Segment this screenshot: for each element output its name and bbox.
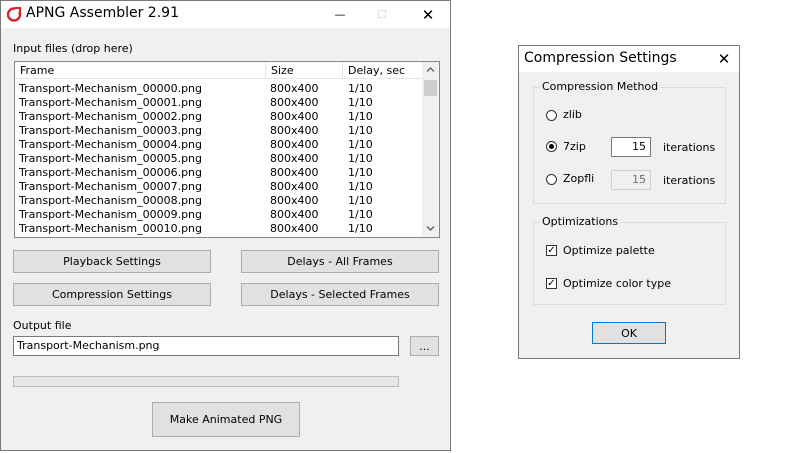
minimize-button[interactable]: — xyxy=(325,1,355,28)
cell-frame: Transport-Mechanism_00002.png xyxy=(19,110,203,123)
optimize-color-type-label[interactable]: Optimize color type xyxy=(563,277,671,290)
cell-size: 800x400 xyxy=(270,208,319,221)
cell-frame: Transport-Mechanism_00005.png xyxy=(19,152,203,165)
cell-frame: Transport-Mechanism_00008.png xyxy=(19,194,203,207)
cell-size: 800x400 xyxy=(270,96,319,109)
cell-size: 800x400 xyxy=(270,110,319,123)
cell-size: 800x400 xyxy=(270,222,319,235)
make-animated-png-button[interactable]: Make Animated PNG xyxy=(152,402,300,437)
compression-method-title: Compression Method xyxy=(540,80,661,93)
cell-delay: 1/10 xyxy=(348,124,373,137)
optimizations-title: Optimizations xyxy=(540,215,621,228)
column-header-delay[interactable]: Delay, sec xyxy=(343,62,423,79)
input-files-label: Input files (drop here) xyxy=(13,42,133,55)
cell-frame: Transport-Mechanism_00004.png xyxy=(19,138,203,151)
ok-button[interactable]: OK xyxy=(592,322,666,344)
cell-delay: 1/10 xyxy=(348,180,373,193)
optimizations-group: Optimizations ✓ Optimize palette ✓ Optim… xyxy=(533,215,726,305)
cell-size: 800x400 xyxy=(270,82,319,95)
maximize-button[interactable]: ☐ xyxy=(367,1,397,28)
zopfli-label[interactable]: Zopfli xyxy=(563,172,594,185)
column-header-size[interactable]: Size xyxy=(266,62,343,79)
7zip-radio[interactable] xyxy=(546,141,557,152)
cell-size: 800x400 xyxy=(270,138,319,151)
dialog-title-bar[interactable]: Compression Settings ✕ xyxy=(519,46,739,72)
cell-frame: Transport-Mechanism_00010.png xyxy=(19,222,203,235)
delays-selected-frames-button[interactable]: Delays - Selected Frames xyxy=(241,283,439,306)
dialog-title: Compression Settings xyxy=(524,50,677,66)
7zip-iterations-label: iterations xyxy=(663,141,716,154)
optimize-palette-label[interactable]: Optimize palette xyxy=(563,244,655,257)
playback-settings-button[interactable]: Playback Settings xyxy=(13,250,211,273)
zopfli-radio[interactable] xyxy=(546,174,557,185)
cell-delay: 1/10 xyxy=(348,222,373,235)
maximize-icon: ☐ xyxy=(377,8,387,21)
compression-settings-dialog: Compression Settings ✕ Compression Metho… xyxy=(518,45,740,359)
cell-frame: Transport-Mechanism_00001.png xyxy=(19,96,203,109)
input-files-list[interactable]: Frame Size Delay, sec Transport-Mechanis… xyxy=(14,61,440,238)
zlib-label[interactable]: zlib xyxy=(563,108,582,121)
column-header-frame[interactable]: Frame xyxy=(15,62,266,79)
output-file-label: Output file xyxy=(13,319,72,332)
delays-all-frames-button[interactable]: Delays - All Frames xyxy=(241,250,439,273)
compression-settings-button[interactable]: Compression Settings xyxy=(13,283,211,306)
chevron-up-icon[interactable] xyxy=(426,66,435,73)
vertical-scrollbar[interactable] xyxy=(422,62,439,237)
title-bar[interactable]: APNG Assembler 2.91 — ☐ ✕ xyxy=(1,1,450,28)
cell-frame: Transport-Mechanism_00007.png xyxy=(19,180,203,193)
progress-bar xyxy=(13,376,399,387)
optimize-palette-checkbox[interactable]: ✓ xyxy=(546,245,557,256)
close-icon: ✕ xyxy=(717,50,731,68)
zopfli-iterations-label: iterations xyxy=(663,174,716,187)
7zip-iterations-field[interactable]: 15 xyxy=(611,137,651,157)
compression-method-group: Compression Method zlib 7zip 15 iteratio… xyxy=(533,80,726,204)
close-icon: ✕ xyxy=(421,5,435,24)
output-file-field[interactable]: Transport-Mechanism.png xyxy=(13,336,399,356)
cell-size: 800x400 xyxy=(270,152,319,165)
7zip-label[interactable]: 7zip xyxy=(563,140,586,153)
cell-delay: 1/10 xyxy=(348,194,373,207)
scroll-thumb[interactable] xyxy=(424,80,437,96)
zlib-radio[interactable] xyxy=(546,110,557,121)
cell-size: 800x400 xyxy=(270,166,319,179)
apng-app-icon xyxy=(6,7,22,22)
cell-frame: Transport-Mechanism_00009.png xyxy=(19,208,203,221)
cell-delay: 1/10 xyxy=(348,208,373,221)
cell-delay: 1/10 xyxy=(348,152,373,165)
cell-frame: Transport-Mechanism_00000.png xyxy=(19,82,203,95)
cell-delay: 1/10 xyxy=(348,166,373,179)
cell-delay: 1/10 xyxy=(348,110,373,123)
cell-delay: 1/10 xyxy=(348,96,373,109)
cell-size: 800x400 xyxy=(270,124,319,137)
optimize-color-type-checkbox[interactable]: ✓ xyxy=(546,278,557,289)
close-button[interactable]: ✕ xyxy=(413,1,443,28)
zopfli-iterations-field: 15 xyxy=(611,170,651,190)
cell-size: 800x400 xyxy=(270,180,319,193)
minimize-icon: — xyxy=(334,8,346,21)
cell-frame: Transport-Mechanism_00006.png xyxy=(19,166,203,179)
dialog-close-button[interactable]: ✕ xyxy=(709,46,739,72)
chevron-down-icon[interactable] xyxy=(426,225,435,232)
main-window: APNG Assembler 2.91 — ☐ ✕ Input files (d… xyxy=(0,0,451,451)
cell-delay: 1/10 xyxy=(348,138,373,151)
browse-button[interactable]: ... xyxy=(410,336,439,356)
window-title: APNG Assembler 2.91 xyxy=(26,5,179,21)
cell-frame: Transport-Mechanism_00003.png xyxy=(19,124,203,137)
cell-size: 800x400 xyxy=(270,194,319,207)
cell-delay: 1/10 xyxy=(348,82,373,95)
